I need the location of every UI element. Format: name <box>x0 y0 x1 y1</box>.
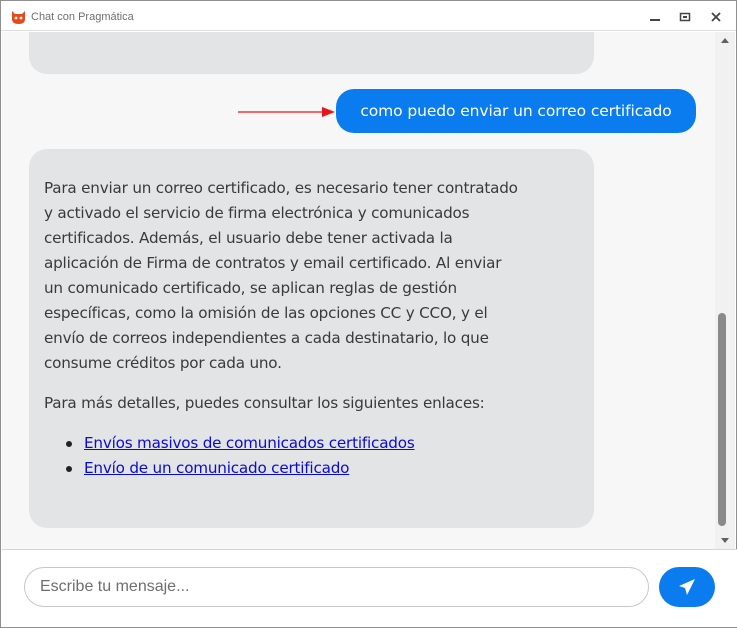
link-envio-comunicado[interactable]: Envío de un comunicado certificado <box>84 459 349 477</box>
paper-plane-icon <box>679 579 695 595</box>
bot-message-paragraph: Para más detalles, puedes consultar los … <box>44 394 485 412</box>
scroll-up-button[interactable] <box>715 32 735 48</box>
bot-message-bubble: Para enviar un correo certificado, es ne… <box>29 149 594 528</box>
user-message-bubble: como puedo enviar un correo certificado <box>336 89 696 133</box>
composer-bar <box>2 549 737 627</box>
send-button[interactable] <box>659 567 715 607</box>
vertical-scrollbar[interactable] <box>715 32 735 549</box>
title-bar: Chat con Pragmática <box>1 1 736 31</box>
maximize-icon <box>679 12 691 22</box>
triangle-down-icon <box>721 538 729 543</box>
annotation-arrow <box>238 107 335 117</box>
maximize-button[interactable] <box>675 8 695 26</box>
list-item: Envío de un comunicado certificado <box>64 456 524 481</box>
window-title: Chat con Pragmática <box>31 11 134 23</box>
message-input[interactable] <box>24 567 649 607</box>
previous-bot-message <box>29 32 594 74</box>
close-button[interactable] <box>706 8 726 26</box>
link-envios-masivos[interactable]: Envíos masivos de comunicados certificad… <box>84 434 415 452</box>
chat-messages-area: como puedo enviar un correo certificado … <box>2 32 715 549</box>
bot-message-paragraph: Para enviar un correo certificado, es ne… <box>44 179 518 372</box>
minimize-button[interactable] <box>645 8 665 26</box>
cat-logo-icon <box>10 8 27 25</box>
minimize-icon <box>650 19 660 21</box>
link-list: Envíos masivos de comunicados certificad… <box>44 431 524 481</box>
close-icon <box>711 12 721 22</box>
list-item: Envíos masivos de comunicados certificad… <box>64 431 524 456</box>
triangle-up-icon <box>721 38 729 43</box>
scroll-thumb[interactable] <box>718 313 726 526</box>
chat-window: Chat con Pragmática como puedo enviar un… <box>0 0 737 628</box>
scroll-down-button[interactable] <box>715 533 735 549</box>
